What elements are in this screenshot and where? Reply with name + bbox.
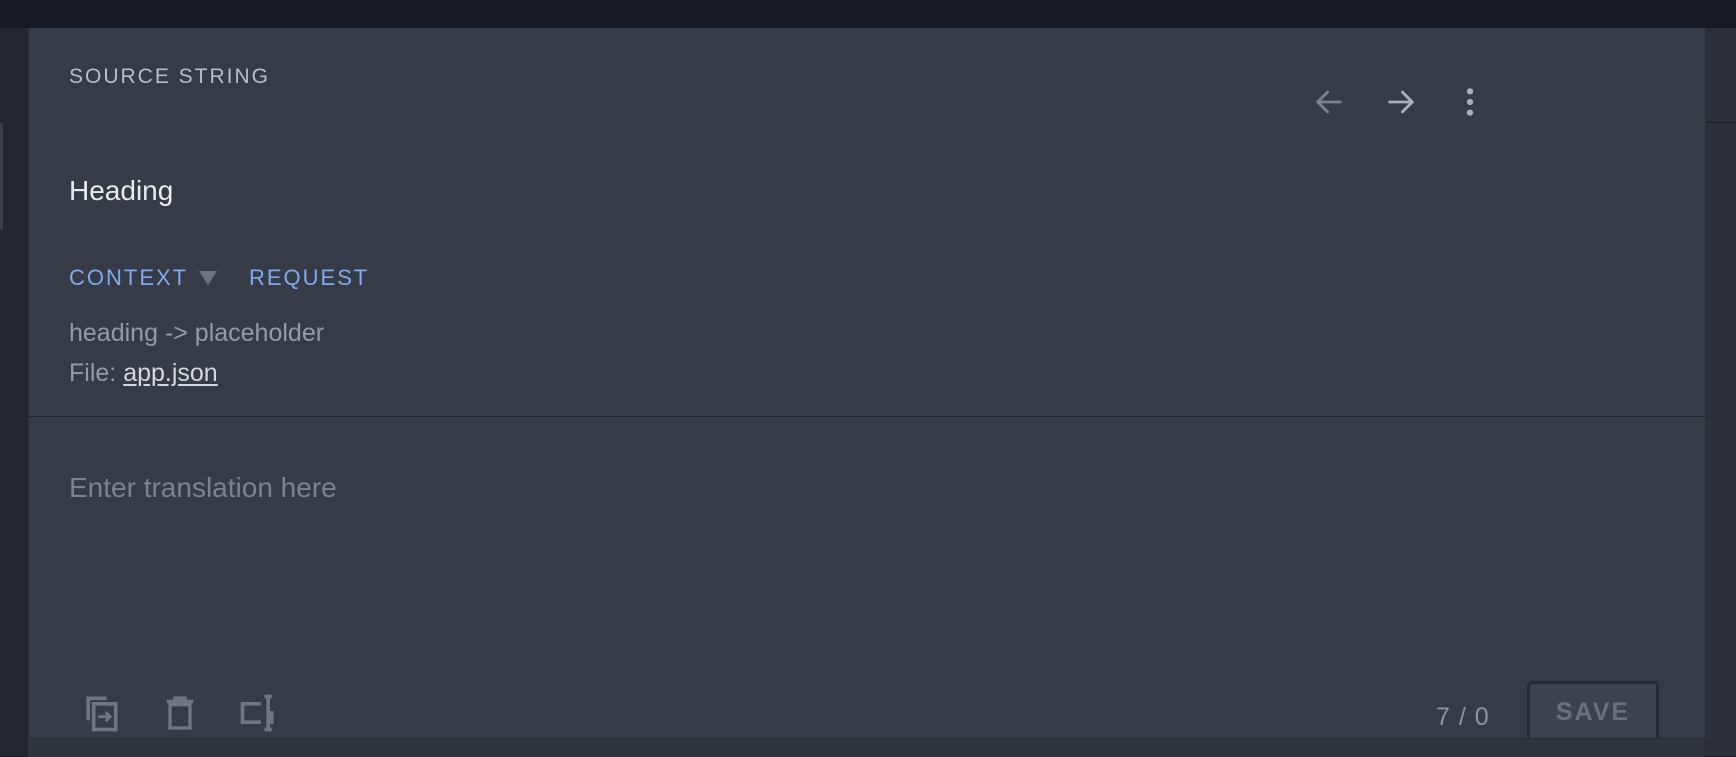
translation-editor-panel: SOURCE STRING Heading CONTEXT REQUEST he… [28, 28, 1706, 743]
context-file: File: app.json [69, 359, 218, 388]
tab-context[interactable]: CONTEXT [69, 265, 188, 291]
save-button[interactable]: SAVE [1527, 681, 1659, 743]
right-sidebar-edge [1704, 28, 1736, 756]
context-dropdown-icon[interactable] [199, 271, 217, 285]
right-divider [1704, 122, 1736, 123]
copy-source-icon [86, 696, 118, 732]
arrow-right-icon [1388, 90, 1414, 114]
source-string-text: Heading [69, 175, 174, 206]
tab-request[interactable]: REQUEST [249, 265, 369, 291]
arrow-left-icon [1316, 90, 1342, 114]
panel-bottom-edge [28, 738, 1704, 757]
section-divider [29, 416, 1705, 417]
source-string-title: SOURCE STRING [69, 65, 271, 88]
next-button[interactable] [1378, 79, 1424, 125]
translation-input[interactable] [69, 472, 1659, 622]
insert-placeholder-button[interactable] [234, 688, 284, 738]
more-vertical-icon [1466, 88, 1474, 116]
trash-icon [166, 696, 194, 730]
file-link[interactable]: app.json [123, 359, 218, 387]
text-cursor-icon [240, 694, 274, 732]
previous-button[interactable] [1306, 79, 1352, 125]
character-counter: 7 / 0 [1436, 703, 1490, 731]
delete-translation-button[interactable] [155, 688, 205, 738]
copy-source-button[interactable] [76, 688, 126, 738]
sidebar-active-indicator [0, 123, 3, 230]
more-options-button[interactable] [1447, 79, 1493, 125]
top-bar [0, 0, 1736, 28]
context-key-path: heading -> placeholder [69, 319, 325, 347]
file-label: File: [69, 359, 117, 387]
left-sidebar-edge [0, 28, 28, 756]
